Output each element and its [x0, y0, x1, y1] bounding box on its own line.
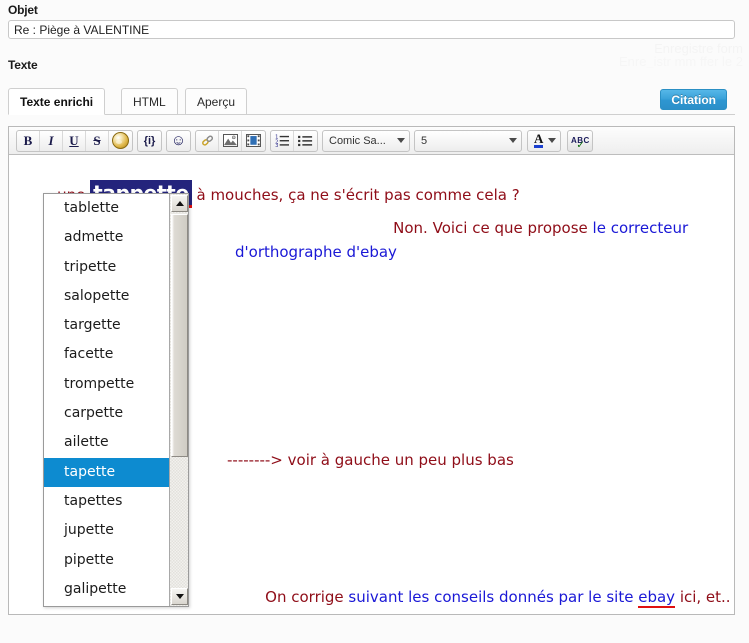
editor-page: Objet Enregistre form Enre_istr mm ffer …: [0, 0, 749, 643]
ghost-line-2: Enre_istr mm ffer le 2: [618, 54, 743, 68]
font-family-value: Comic Sa...: [329, 134, 386, 147]
editor-frame: B I U S {i} ☺ 1 2 3 Comic Sa... 5 A ABC …: [8, 126, 735, 615]
toolbar-group-media: [195, 129, 266, 152]
suggestion-item[interactable]: targette: [44, 311, 170, 340]
suggestion-item[interactable]: tablette: [44, 194, 170, 223]
tab-texte-enrichi[interactable]: Texte enrichi: [8, 88, 106, 115]
editor-block-2: Non. Voici ce que propose le correcteur d…: [235, 192, 689, 312]
tab-apercu[interactable]: Aperçu: [185, 88, 248, 115]
toolbar-group-insert: {i}: [137, 129, 162, 152]
ghost-watermark: Enregistre form Enre_istr mm ffer le 2: [413, 42, 743, 68]
palette-icon[interactable]: [109, 131, 132, 151]
toolbar-group-smiley: ☺: [166, 129, 191, 152]
unordered-list-icon[interactable]: [294, 131, 317, 151]
strikethrough-button[interactable]: S: [86, 130, 109, 151]
editor-tabbar: Texte enrichi HTML Aperçu Citation: [8, 88, 735, 115]
line4-part-b: suivant les conseils donnés par le site: [348, 588, 639, 606]
spellcheck-suggestion-dropdown[interactable]: tablette admette tripette salopette targette…: [43, 193, 189, 607]
svg-text:3: 3: [275, 143, 278, 147]
texte-label: Texte: [8, 58, 38, 72]
suggestion-item[interactable]: jupette: [44, 516, 170, 545]
text-color-button[interactable]: A: [527, 129, 562, 152]
suggestion-item[interactable]: facette: [44, 340, 170, 369]
check-icon: ✓: [576, 139, 585, 151]
toolbar-group-lists: 1 2 3: [270, 129, 318, 152]
scroll-down-arrow-icon[interactable]: [171, 588, 188, 605]
block2-part-a: Non. Voici ce que propose: [393, 219, 593, 237]
editor-line-3: --------> voir à gauche un peu plus bas: [227, 451, 514, 469]
suggestion-item[interactable]: admette: [44, 223, 170, 252]
editor-line-4: On corrige suivant les conseils donnés p…: [227, 569, 731, 614]
scrollbar-thumb[interactable]: [171, 214, 188, 457]
suggestion-scrollbar[interactable]: [169, 194, 188, 606]
italic-button[interactable]: I: [40, 130, 63, 151]
font-size-select[interactable]: 5: [414, 129, 522, 152]
chevron-down-icon: [509, 138, 517, 143]
code-button[interactable]: {i}: [138, 131, 161, 151]
chevron-down-icon: [397, 138, 405, 143]
toolbar-group-format: B I U S: [16, 129, 133, 152]
suggestion-item[interactable]: tripette: [44, 253, 170, 282]
rich-text-canvas[interactable]: une tappette à mouches, ça ne s'écrit pa…: [9, 155, 734, 614]
scroll-up-arrow-icon[interactable]: [171, 195, 188, 212]
triangle-up-glyph: [175, 201, 184, 206]
triangle-down-glyph: [175, 594, 184, 599]
editor-toolbar: B I U S {i} ☺ 1 2 3 Comic Sa... 5 A ABC …: [9, 127, 734, 155]
font-family-select[interactable]: Comic Sa...: [322, 129, 410, 152]
line4-link-ebay[interactable]: ebay: [638, 588, 676, 608]
spellcheck-button[interactable]: ABC ✓: [567, 129, 594, 152]
citation-button[interactable]: Citation: [660, 89, 727, 110]
font-size-value: 5: [421, 134, 428, 147]
suggestion-list[interactable]: tablette admette tripette salopette targette…: [44, 194, 170, 606]
underline-button[interactable]: U: [63, 130, 86, 151]
image-icon[interactable]: [219, 130, 242, 151]
suggestion-item[interactable]: ailette: [44, 428, 170, 457]
block2-part-c: d'orthographe d'ebay: [235, 243, 397, 261]
smiley-icon[interactable]: ☺: [167, 131, 190, 151]
objet-label: Objet: [8, 3, 38, 17]
line4-part-c: ici, et..: [675, 588, 731, 606]
block2-part-b: le correcteur: [592, 219, 689, 237]
suggestion-item[interactable]: tapette: [44, 457, 170, 487]
suggestion-item[interactable]: trompette: [44, 370, 170, 399]
objet-input[interactable]: [8, 20, 735, 39]
text-color-letter: A: [534, 131, 544, 148]
chevron-down-icon: [548, 138, 557, 143]
palette-glyph: [112, 132, 129, 149]
ordered-list-icon[interactable]: 1 2 3: [271, 130, 294, 151]
suggestion-item[interactable]: tapettes: [44, 487, 170, 516]
bold-button[interactable]: B: [17, 130, 40, 151]
tab-html[interactable]: HTML: [121, 88, 178, 115]
suggestion-item[interactable]: salopette: [44, 282, 170, 311]
suggestion-item[interactable]: carpette: [44, 399, 170, 428]
link-icon[interactable]: [196, 130, 219, 151]
video-icon[interactable]: [242, 131, 265, 151]
page-bottom-strip: [0, 621, 749, 643]
line4-part-a: On corrige: [265, 588, 349, 606]
suggestion-item[interactable]: pipette: [44, 546, 170, 575]
suggestion-item[interactable]: galipette: [44, 575, 170, 604]
